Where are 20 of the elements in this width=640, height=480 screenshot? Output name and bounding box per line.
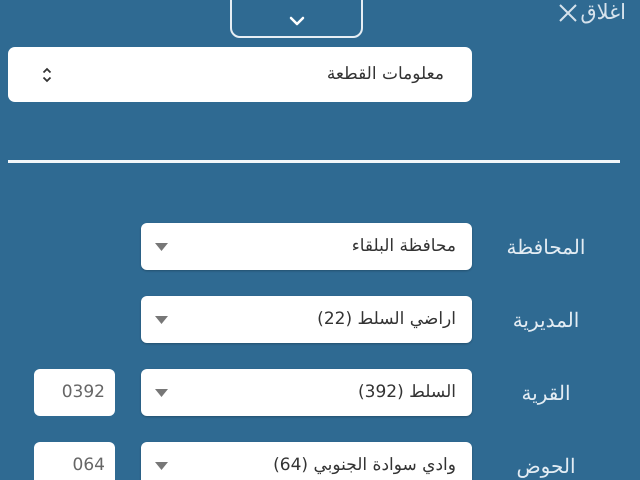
field-label: المديرية [512,306,580,334]
code-field[interactable]: 064 [34,442,115,480]
dropdown[interactable]: اراضي السلط (22) [141,296,472,343]
section-dropdown[interactable]: معلومات القطعة [8,47,472,102]
collapse-button[interactable] [230,0,363,38]
dropdown[interactable]: محافظة البلقاء [141,223,472,270]
close-icon [558,2,578,23]
close-button[interactable]: اغلاق [558,1,626,24]
dropdown[interactable]: السلط (392) [141,369,472,416]
caret-icon [155,316,168,324]
field-label: القرية [521,380,571,407]
chevron-down-icon [288,16,304,26]
sort-icon [42,66,52,82]
field-label: الحوض [516,452,576,480]
dropdown[interactable]: وادي سوادة الجنوبي (64) [141,442,472,480]
code-field[interactable]: 0392 [34,369,115,416]
caret-icon [155,388,168,396]
caret-icon [155,242,168,250]
field-label: المحافظة [506,234,586,260]
caret-icon [155,462,168,470]
